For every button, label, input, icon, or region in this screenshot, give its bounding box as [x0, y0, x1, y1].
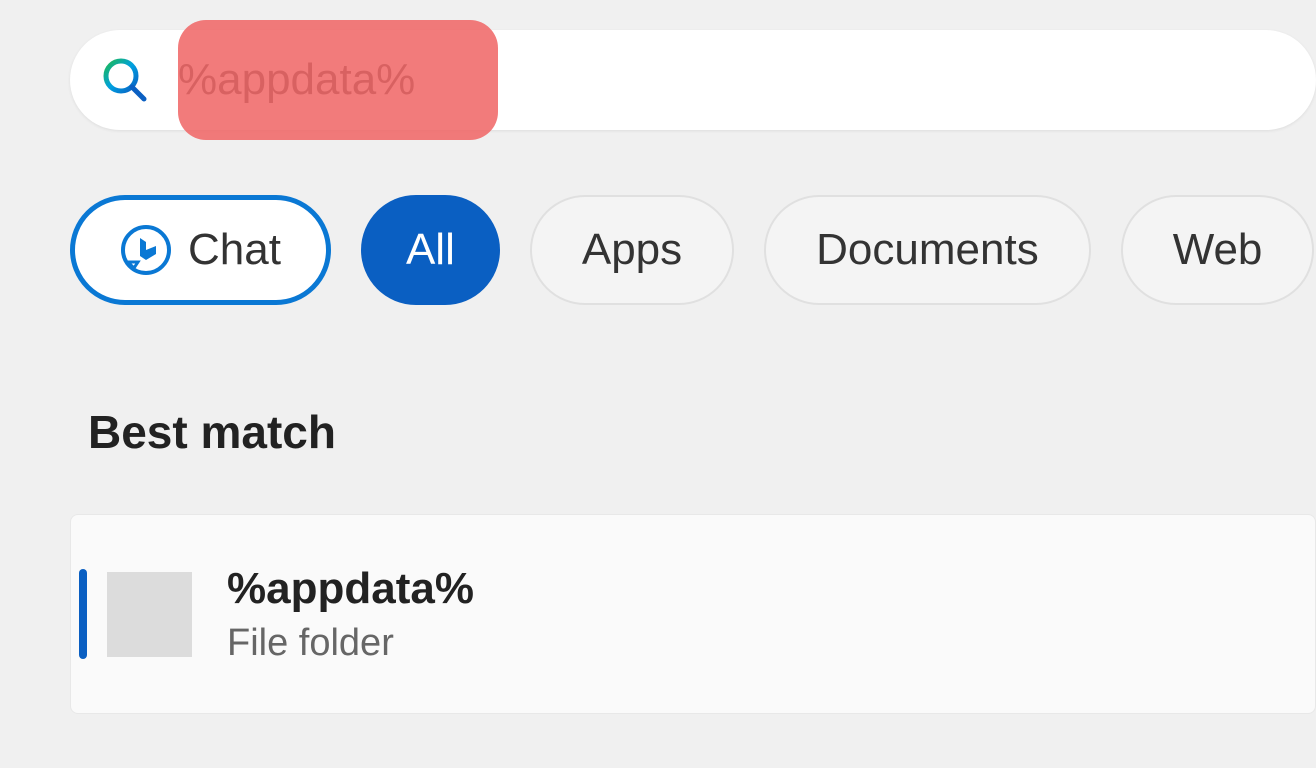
tab-apps-label: Apps [582, 225, 682, 275]
tab-web[interactable]: Web [1121, 195, 1315, 305]
tab-documents-label: Documents [816, 225, 1039, 275]
search-icon [100, 55, 150, 105]
tab-chat-label: Chat [188, 225, 281, 275]
tab-chat[interactable]: Chat [70, 195, 331, 305]
search-result-item[interactable]: %appdata% File folder [70, 514, 1316, 714]
selection-indicator [79, 569, 87, 659]
result-text-group: %appdata% File folder [227, 564, 474, 665]
tab-web-label: Web [1173, 225, 1263, 275]
result-subtitle: File folder [227, 622, 474, 665]
tab-apps[interactable]: Apps [530, 195, 734, 305]
search-input[interactable] [158, 47, 1286, 113]
tab-all-label: All [406, 225, 455, 275]
filter-tabs: Chat All Apps Documents Web [70, 195, 1316, 305]
result-title: %appdata% [227, 564, 474, 614]
folder-icon [107, 572, 192, 657]
bing-chat-icon [120, 224, 172, 276]
tab-documents[interactable]: Documents [764, 195, 1091, 305]
search-bar[interactable] [70, 30, 1316, 130]
tab-all[interactable]: All [361, 195, 500, 305]
best-match-header: Best match [88, 405, 1316, 459]
